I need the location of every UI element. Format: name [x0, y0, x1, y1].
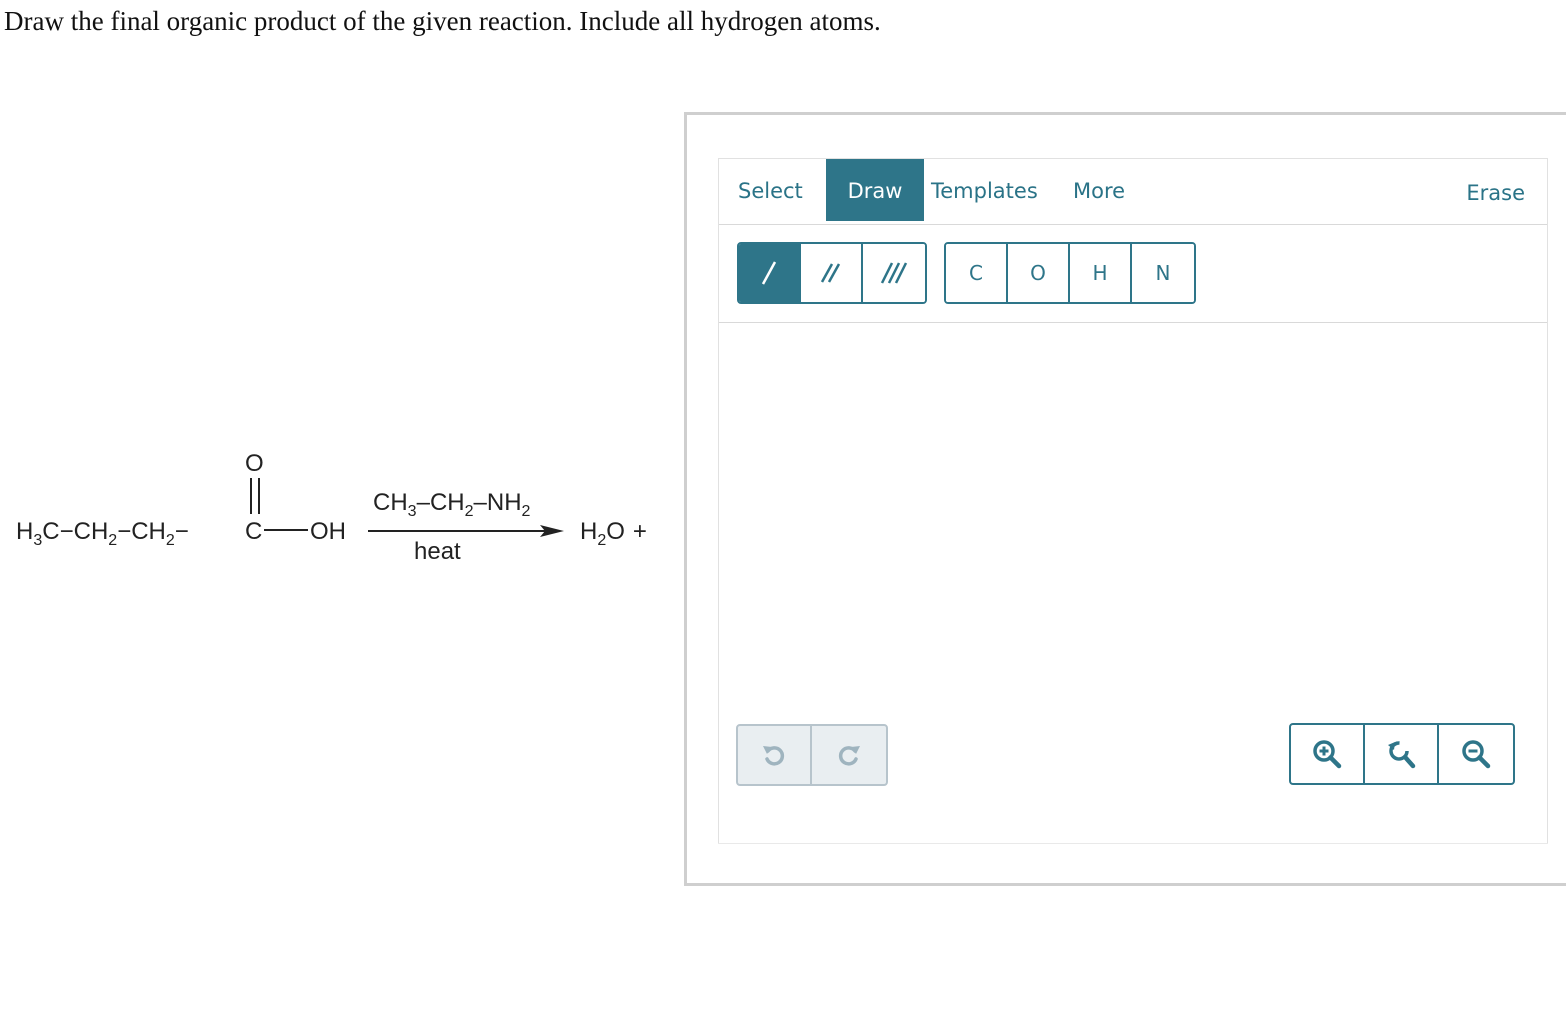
- zoom-out-icon: [1462, 740, 1491, 769]
- reagent-nh2: NH: [487, 489, 522, 516]
- menu-more[interactable]: More: [1073, 159, 1125, 221]
- reaction-condition: heat: [414, 538, 461, 565]
- menu-select[interactable]: Select: [738, 159, 803, 221]
- reactant-ch2-a-subscript: 2: [108, 532, 117, 549]
- reagent-nh2-subscript: 2: [522, 503, 531, 520]
- zoom-in-button[interactable]: [1291, 725, 1365, 783]
- atom-button-n[interactable]: N: [1132, 244, 1194, 302]
- byproduct-water: H2O +: [580, 518, 647, 549]
- single-bond-icon: [761, 261, 777, 285]
- editor-bottom-divider: [718, 843, 1548, 844]
- reactant-h3c-c: C: [42, 518, 59, 545]
- zoom-out-button[interactable]: [1439, 725, 1513, 783]
- reactant-bond-1: −: [60, 518, 74, 545]
- reactant-hydroxyl: OH: [310, 518, 346, 545]
- menu-templates[interactable]: Templates: [931, 159, 1038, 221]
- reagent-ch2-subscript: 2: [465, 503, 474, 520]
- redo-button[interactable]: [812, 726, 886, 784]
- byproduct-h: H: [580, 518, 597, 545]
- reactant-ch2-b-subscript: 2: [166, 532, 175, 549]
- zoom-reset-icon: [1388, 741, 1416, 769]
- reaction-scheme: H3C−CH2−CH2− C O OH CH3–CH2–NH2 heat H2O…: [0, 430, 680, 600]
- zoom-reset-button[interactable]: [1365, 725, 1439, 783]
- atom-button-h[interactable]: H: [1070, 244, 1132, 302]
- history-tool-group: [736, 724, 888, 786]
- reactant-h3c-h: H: [16, 518, 33, 545]
- reagent-ch2: CH: [430, 489, 465, 516]
- reactant-ch2-a: CH: [74, 518, 109, 545]
- atom-tool-group: C O H N: [944, 242, 1196, 304]
- reactant-ch2-b: CH: [131, 518, 166, 545]
- reagent-dash-2: –: [474, 489, 488, 516]
- atom-button-c[interactable]: C: [946, 244, 1008, 302]
- atom-button-o[interactable]: O: [1008, 244, 1070, 302]
- double-bond-icon: [820, 263, 841, 283]
- undo-icon: [763, 746, 785, 766]
- undo-button[interactable]: [738, 726, 812, 784]
- reagent-ch3: CH: [373, 489, 408, 516]
- reactant-h3c-subscript: 3: [33, 532, 42, 549]
- question-text: Draw the final organic product of the gi…: [4, 6, 881, 36]
- byproduct-o: O: [606, 518, 625, 545]
- menu-erase[interactable]: Erase: [1466, 161, 1525, 223]
- double-bond-button[interactable]: [801, 244, 863, 302]
- byproduct-subscript: 2: [597, 532, 606, 549]
- reactant-bond-3: −: [175, 518, 189, 545]
- zoom-tool-group: [1289, 723, 1515, 785]
- svg-text:H3C−CH2−CH2−: H3C−CH2−CH2−: [16, 518, 189, 549]
- byproduct-plus: +: [633, 518, 647, 545]
- single-bond-button[interactable]: [739, 244, 801, 302]
- reagent-dash-1: –: [417, 489, 431, 516]
- editor-menu-bar: Select Draw Templates More Erase: [719, 159, 1547, 225]
- menu-draw[interactable]: Draw: [826, 159, 924, 221]
- reactant-molecule: H3C−CH2−CH2− C O OH: [16, 450, 346, 549]
- reagent-ch3-subscript: 3: [408, 503, 417, 520]
- reactant-carbonyl-carbon: C: [245, 518, 262, 545]
- editor-tool-row: C O H N: [719, 225, 1547, 323]
- bond-tool-group: [737, 242, 927, 304]
- reactant-carbonyl-oxygen: O: [245, 450, 264, 477]
- redo-icon: [838, 746, 860, 766]
- zoom-in-icon: [1313, 740, 1342, 769]
- triple-bond-icon: [880, 262, 908, 284]
- reaction-arrow: [368, 525, 564, 537]
- triple-bond-button[interactable]: [863, 244, 925, 302]
- reactant-bond-2: −: [117, 518, 131, 545]
- molecule-editor[interactable]: Select Draw Templates More Erase C O H N: [718, 158, 1548, 844]
- reagent-ethylamine: CH3–CH2–NH2: [373, 489, 531, 520]
